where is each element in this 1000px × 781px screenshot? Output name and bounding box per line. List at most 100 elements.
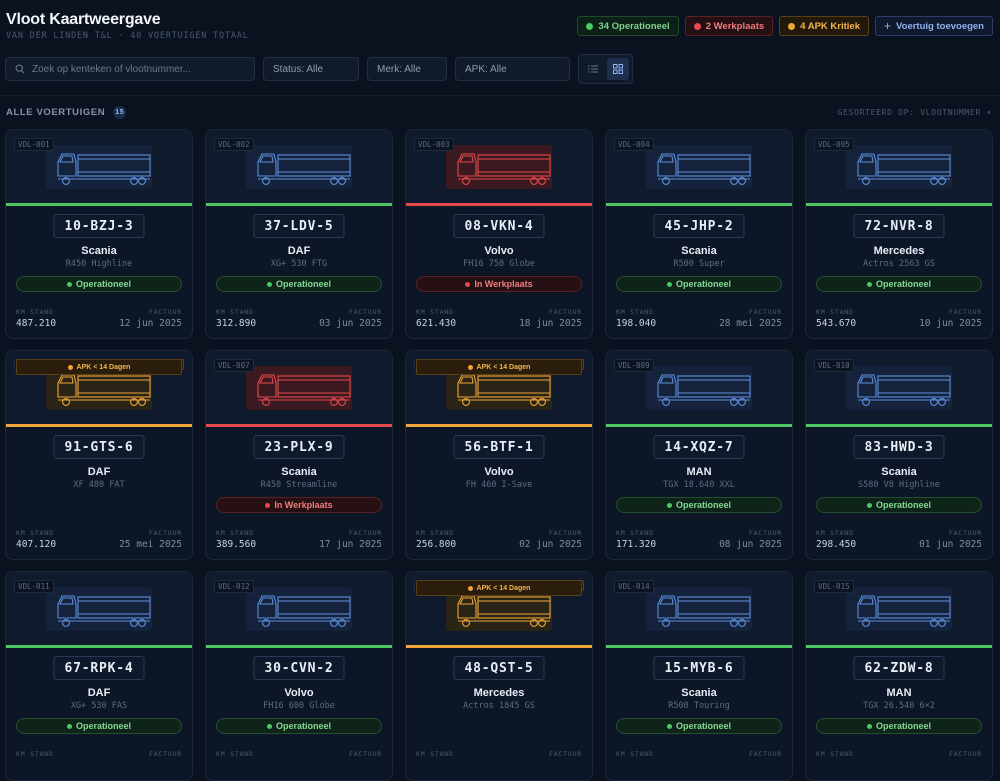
vehicle-card[interactable]: VDL-009 14-XQZ-7 MAN TGX 18.640 XXL Operatio… <box>605 350 793 560</box>
vehicle-model: TGX 26.540 6×2 <box>863 701 935 711</box>
vehicle-make: Scania <box>281 466 317 478</box>
status-filter-label: Status: Alle <box>273 63 324 75</box>
apk-filter-select[interactable]: APK: Alle <box>455 57 570 81</box>
status-badge: Operationeel <box>16 718 182 734</box>
km-value: 407.120 <box>16 539 57 550</box>
status-badge: In Werkplaats <box>216 497 382 513</box>
license-plate: 30-CVN-2 <box>253 656 345 680</box>
status-dot-icon <box>66 281 72 287</box>
km-label: KM STAND <box>216 308 254 316</box>
vehicle-illustration: VDL-011 <box>6 572 192 646</box>
km-label: KM STAND <box>216 529 254 537</box>
license-plate: 62-ZDW-8 <box>853 656 945 680</box>
truck-icon <box>657 374 751 406</box>
status-dot-icon <box>666 281 672 287</box>
vehicle-make: DAF <box>287 245 311 257</box>
truck-icon <box>657 595 751 627</box>
operational-filter-pill[interactable]: 34 Operationeel <box>577 16 679 36</box>
plus-icon: + <box>884 19 892 33</box>
status-badge: Operationeel <box>616 276 782 292</box>
search-icon <box>15 64 25 74</box>
workshop-count: 2 Werkplaats <box>705 20 765 32</box>
km-label: KM STAND <box>816 750 854 758</box>
license-plate: 67-RPK-4 <box>53 656 145 680</box>
vehicle-make: Scania <box>81 245 117 257</box>
fleet-number: VDL-015 <box>814 580 854 593</box>
fleet-number: VDL-005 <box>814 138 854 151</box>
vehicle-model: FH16 750 Globe <box>463 259 535 269</box>
status-filter-select[interactable]: Status: Alle <box>263 57 359 81</box>
invoice-date: 03 jun 2025 <box>319 318 382 329</box>
truck-icon <box>257 595 351 627</box>
add-vehicle-button[interactable]: + Voertuig toevoegen <box>875 16 993 36</box>
truck-icon <box>857 374 951 406</box>
sort-dropdown[interactable]: GESORTEERD OP: VLOOTNUMMER ▾ <box>838 108 992 117</box>
license-plate: 37-LDV-5 <box>253 214 345 238</box>
vehicle-model: XF 480 FAT <box>73 480 125 490</box>
truck-icon <box>457 595 551 627</box>
search-input[interactable]: Zoek op kenteken of vlootnummer... <box>5 57 255 81</box>
invoice-date: 18 jun 2025 <box>519 318 582 329</box>
status-badge: Operationeel <box>216 276 382 292</box>
status-text: Operationeel <box>275 721 331 731</box>
page-title: Vloot Kaartweergave <box>6 11 161 28</box>
brand-filter-select[interactable]: Merk: Alle <box>367 57 447 81</box>
invoice-label: FACTUUR <box>549 750 582 758</box>
status-dot-icon <box>265 502 271 508</box>
vehicle-card[interactable]: VDL-007 23-PLX-9 Scania R450 Streamline In W… <box>205 350 393 560</box>
brand-filter-label: Merk: Alle <box>377 63 421 75</box>
apk-critical-filter-pill[interactable]: 4 APK Kritiek <box>779 16 869 36</box>
vehicle-make: Mercedes <box>473 687 525 699</box>
list-view-button[interactable] <box>582 58 604 80</box>
vehicle-card[interactable]: VDL-006APK91-GTS-6DAFXF 480 FATAPK < 14 … <box>5 350 193 560</box>
status-dot-icon <box>666 723 672 729</box>
grid-view-button[interactable] <box>607 58 629 80</box>
status-text: Operationeel <box>75 721 131 731</box>
vehicle-card[interactable]: VDL-005 72-NVR-8 Mercedes Actros 2563 GS Ope… <box>805 129 993 339</box>
vehicle-make: DAF <box>87 687 111 699</box>
fleet-number: VDL-001 <box>14 138 54 151</box>
invoice-date: 17 jun 2025 <box>319 539 382 550</box>
status-badge: Operationeel <box>16 276 182 292</box>
vehicle-model: S580 V8 Highline <box>858 480 940 490</box>
truck-icon <box>57 153 151 185</box>
invoice-label: FACTUUR <box>349 750 382 758</box>
vehicle-illustration: VDL-007 <box>206 351 392 425</box>
vehicle-card[interactable]: VDL-001 10-BZJ-3 Scania R450 Highline Operat… <box>5 129 193 339</box>
license-plate: 14-XQZ-7 <box>653 435 745 459</box>
status-bar <box>6 203 192 206</box>
invoice-date: 01 jun 2025 <box>919 539 982 550</box>
section-heading: ALLE VOERTUIGEN 15 <box>6 106 127 119</box>
vehicle-illustration: VDL-009 <box>606 351 792 425</box>
status-dot-icon <box>666 502 672 508</box>
vehicle-illustration: VDL-001 <box>6 130 192 204</box>
invoice-label: FACTUUR <box>349 308 382 316</box>
km-label: KM STAND <box>216 750 254 758</box>
km-label: KM STAND <box>616 750 654 758</box>
vehicle-model: R500 Touring <box>668 701 730 711</box>
status-text: APK < 14 Dagen <box>76 363 131 371</box>
status-bar <box>806 424 992 427</box>
workshop-filter-pill[interactable]: 2 Werkplaats <box>684 16 774 36</box>
page-header: Vloot Kaartweergave VAN DER LINDEN T&L ·… <box>0 0 1000 96</box>
status-text: Operationeel <box>75 279 131 289</box>
status-badge: Operationeel <box>816 718 982 734</box>
vehicle-make: MAN <box>886 687 912 699</box>
vehicle-card[interactable]: VDL-002 37-LDV-5 DAF XG+ 530 FTG Operationee… <box>205 129 393 339</box>
status-bar <box>606 645 792 648</box>
vehicle-card[interactable]: VDL-010 83-HWD-3 Scania S580 V8 Highline Ope… <box>805 350 993 560</box>
status-bar <box>206 203 392 206</box>
fleet-number: VDL-007 <box>214 359 254 372</box>
vehicle-card[interactable]: VDL-004 45-JHP-2 Scania R500 Super Operation… <box>605 129 793 339</box>
vehicle-card[interactable]: VDL-003 08-VKN-4 Volvo FH16 750 Globe In Wer… <box>405 129 593 339</box>
km-label: KM STAND <box>616 308 654 316</box>
status-text: APK < 14 Dagen <box>476 363 531 371</box>
vehicle-model: XG+ 530 FAS <box>70 701 128 711</box>
truck-icon <box>457 374 551 406</box>
vehicle-card[interactable]: VDL-008APK56-BTF-1VolvoFH 460 I-SaveAPK … <box>405 350 593 560</box>
status-dot-icon <box>693 22 701 30</box>
vehicle-make: Volvo <box>484 466 514 478</box>
truck-icon <box>857 595 951 627</box>
invoice-date: 12 jun 2025 <box>119 318 182 329</box>
vehicle-model: Actros 2563 GS <box>863 259 935 269</box>
